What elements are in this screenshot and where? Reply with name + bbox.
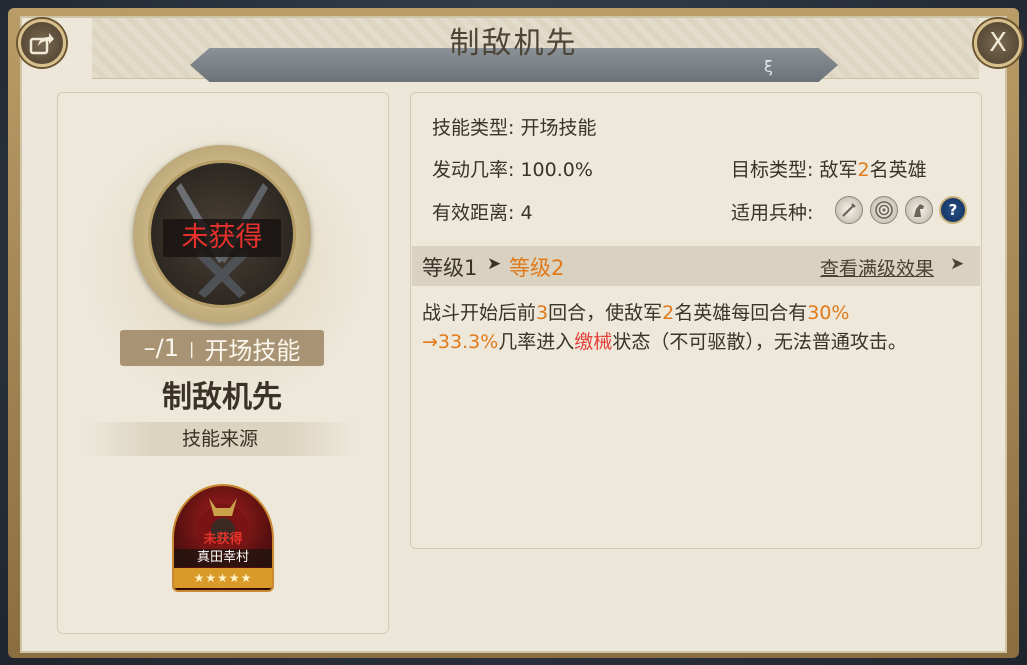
hero-unobtained-label: 未获得: [203, 532, 243, 547]
skill-type-row: 技能类型: 开场技能: [432, 113, 596, 140]
skill-type-label: 技能类型:: [432, 117, 515, 139]
level-separator: |: [188, 338, 195, 358]
unit-types-label: 适用兵种:: [731, 202, 814, 224]
hero-card[interactable]: 未获得 真田幸村 ★★★★★: [172, 484, 274, 592]
target-type-pre: 敌军: [819, 159, 858, 181]
close-icon: X: [989, 28, 1007, 58]
trigger-rate-value: 100.0%: [520, 159, 593, 181]
range-row: 有效距离: 4: [432, 198, 533, 225]
skill-type-tag: 开场技能: [204, 336, 301, 365]
hero-name: 真田幸村: [174, 549, 272, 567]
horse-icon[interactable]: [905, 196, 933, 224]
sword-icon[interactable]: [835, 196, 863, 224]
desc-chance-base: 30%: [807, 302, 850, 324]
skill-level-text: –/1: [143, 334, 179, 362]
target-type-row: 目标类型: 敌军2名英雄: [731, 155, 927, 182]
desc-status-disarm: 缴械: [574, 331, 613, 353]
share-icon: [29, 33, 54, 55]
level-current[interactable]: 等级1: [422, 252, 477, 282]
target-type-label: 目标类型:: [731, 159, 814, 181]
view-max-arrow-icon: ➤: [950, 254, 965, 274]
unobtained-overlay: 未获得: [163, 219, 281, 257]
range-label: 有效距离:: [432, 202, 515, 224]
dialog-title: 制敌机先: [449, 26, 578, 61]
skill-name: 制敌机先: [162, 380, 282, 415]
desc-text-1: 战斗开始后前: [422, 302, 537, 324]
desc-text-3: 名英雄每回合有: [674, 302, 808, 324]
desc-text-2: 回合，使敌军: [548, 302, 663, 324]
skill-source-label: 技能来源: [85, 422, 355, 456]
desc-chance-upgraded: →33.3%: [422, 331, 499, 353]
desc-target-count: 2: [662, 302, 675, 324]
view-max-level-link[interactable]: 查看满级效果: [820, 254, 934, 281]
skill-level-tag: –/1 | 开场技能: [120, 330, 324, 366]
trigger-rate-label: 发动几率:: [432, 159, 515, 181]
desc-text-4: 几率进入: [498, 331, 575, 353]
level-arrow-icon: ➤: [487, 254, 502, 274]
question-icon[interactable]: ?: [939, 196, 967, 224]
hero-stars: ★★★★★: [174, 568, 272, 588]
skill-type-value: 开场技能: [520, 117, 597, 139]
target-count: 2: [857, 159, 870, 181]
close-button[interactable]: X: [974, 19, 1022, 67]
trigger-rate-row: 发动几率: 100.0%: [432, 155, 593, 182]
share-button[interactable]: [18, 19, 66, 67]
archery-target-icon[interactable]: [870, 196, 898, 224]
range-value: 4: [520, 202, 533, 224]
desc-text-5: 状态（不可驱散），无法普通攻击。: [612, 331, 907, 353]
target-type-post: 名英雄: [869, 159, 927, 181]
skill-description: 战斗开始后前3回合，使敌军2名英雄每回合有30% →33.3%几率进入缴械状态（不…: [422, 299, 962, 357]
desc-rounds: 3: [536, 302, 549, 324]
level-next[interactable]: 等级2: [509, 252, 564, 282]
